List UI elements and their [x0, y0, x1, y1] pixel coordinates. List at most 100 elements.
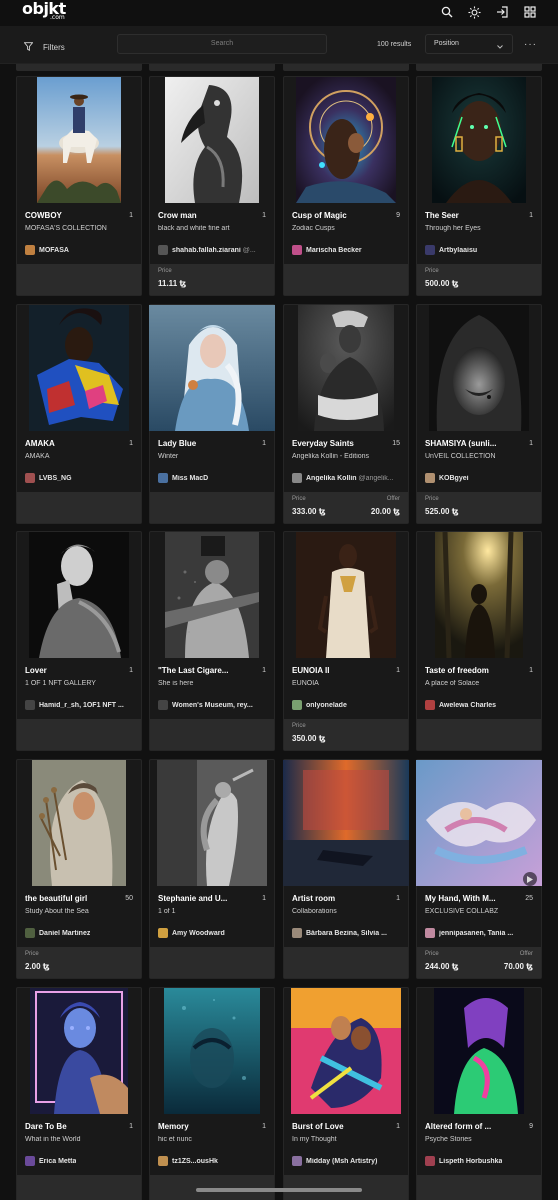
search-input[interactable]: Search: [117, 34, 327, 54]
token-title[interactable]: My Hand, With M...: [425, 894, 519, 903]
creator-row[interactable]: LVBS_NG: [25, 472, 137, 484]
collection-name[interactable]: hic et nunc: [158, 1136, 268, 1143]
token-card[interactable]: EUNOIA II 1 EUNOIA onlyonelade Price 350.00 ꜩ: [283, 531, 409, 751]
apps-grid-icon[interactable]: [522, 4, 538, 20]
token-title[interactable]: Cusp of Magic: [292, 211, 386, 220]
theme-toggle-icon[interactable]: [466, 4, 482, 20]
artwork-thumbnail[interactable]: [283, 760, 409, 886]
token-card[interactable]: Cusp of Magic 9 Zodiac Cusps Marischa Becke…: [283, 76, 409, 296]
token-title[interactable]: SHAMSIYA (sunli...: [425, 439, 519, 448]
artwork-thumbnail[interactable]: [429, 305, 529, 431]
collection-name[interactable]: Study About the Sea: [25, 908, 135, 915]
token-title[interactable]: Everyday Saints: [292, 439, 386, 448]
token-card[interactable]: Everyday Saints 15 Angelika Kollin - Editi…: [283, 304, 409, 524]
artwork-thumbnail[interactable]: [291, 988, 401, 1114]
token-card[interactable]: Taste of freedom 1 A place of Solace Awelew…: [416, 531, 542, 751]
token-title[interactable]: Stephanie and U...: [158, 894, 252, 903]
token-card[interactable]: Artist room 1 Collaborations Bárbara Bezina…: [283, 759, 409, 979]
artwork-thumbnail[interactable]: [432, 77, 526, 203]
creator-row[interactable]: Amy Woodward: [158, 927, 270, 939]
creator-row[interactable]: Daniel Martinez: [25, 927, 137, 939]
artwork-thumbnail[interactable]: [29, 305, 129, 431]
token-title[interactable]: Lover: [25, 666, 119, 675]
creator-row[interactable]: Marischa Becker: [292, 244, 404, 256]
artwork-thumbnail[interactable]: [164, 988, 260, 1114]
collection-name[interactable]: 1 of 1: [158, 908, 268, 915]
token-card[interactable]: COWBOY 1 MOFASA'S COLLECTION MOFASA: [16, 76, 142, 296]
collection-name[interactable]: Through her Eyes: [425, 225, 535, 232]
token-card[interactable]: Lover 1 1 OF 1 NFT GALLERY Hamid_r_sh, 1OF1…: [16, 531, 142, 751]
search-icon[interactable]: [439, 4, 455, 20]
token-title[interactable]: "The Last Cigare...: [158, 666, 252, 675]
more-options-icon[interactable]: ···: [524, 39, 537, 50]
artwork-thumbnail[interactable]: [435, 532, 523, 658]
token-card[interactable]: Stephanie and U... 1 1 of 1 Amy Woodward: [149, 759, 275, 979]
token-title[interactable]: The Seer: [425, 211, 519, 220]
token-card[interactable]: AMAKA 1 AMAKA LVBS_NG: [16, 304, 142, 524]
artwork-thumbnail[interactable]: [434, 988, 524, 1114]
token-card[interactable]: "The Last Cigare... 1 She is here Women's M…: [149, 531, 275, 751]
collection-name[interactable]: AMAKA: [25, 453, 135, 460]
artwork-thumbnail[interactable]: [165, 77, 259, 203]
sort-select[interactable]: Position: [425, 34, 513, 54]
collection-name[interactable]: EXCLUSIVE COLLABZ: [425, 908, 535, 915]
collection-name[interactable]: Psyche Stories: [425, 1136, 535, 1143]
collection-name[interactable]: EUNOIA: [292, 680, 402, 687]
artwork-thumbnail[interactable]: [37, 77, 121, 203]
creator-row[interactable]: jennipasanen, Tania ...: [425, 927, 537, 939]
collection-name[interactable]: 1 OF 1 NFT GALLERY: [25, 680, 135, 687]
token-title[interactable]: Burst of Love: [292, 1122, 386, 1131]
collection-name[interactable]: MOFASA'S COLLECTION: [25, 225, 135, 232]
creator-row[interactable]: KOBgyei: [425, 472, 537, 484]
creator-row[interactable]: Awelewa Charles: [425, 699, 537, 711]
creator-row[interactable]: Midday (Msh Artistry): [292, 1155, 404, 1167]
token-card[interactable]: Memory 1 hic et nunc tz1ZS...ousHk: [149, 987, 275, 1200]
collection-name[interactable]: Collaborations: [292, 908, 402, 915]
token-title[interactable]: Lady Blue: [158, 439, 252, 448]
token-card[interactable]: Crow man 1 black and white fine art shahab.…: [149, 76, 275, 296]
token-title[interactable]: Taste of freedom: [425, 666, 519, 675]
creator-row[interactable]: Bárbara Bezina, Silvia ...: [292, 927, 404, 939]
token-card[interactable]: My Hand, With M... 25 EXCLUSIVE COLLABZ jen…: [416, 759, 542, 979]
creator-row[interactable]: Erica Metta: [25, 1155, 137, 1167]
creator-row[interactable]: Artbylaaisu: [425, 244, 537, 256]
artwork-thumbnail[interactable]: [165, 532, 259, 658]
token-title[interactable]: EUNOIA II: [292, 666, 386, 675]
creator-row[interactable]: tz1ZS...ousHk: [158, 1155, 270, 1167]
token-title[interactable]: Dare To Be: [25, 1122, 119, 1131]
token-card[interactable]: Burst of Love 1 In my Thought Midday (Msh A…: [283, 987, 409, 1200]
artwork-thumbnail[interactable]: [296, 532, 396, 658]
token-card[interactable]: the beautiful girl 50 Study About the Sea D…: [16, 759, 142, 979]
artwork-thumbnail[interactable]: [32, 760, 126, 886]
token-title[interactable]: Memory: [158, 1122, 252, 1131]
creator-row[interactable]: Women's Museum, rey...: [158, 699, 270, 711]
artwork-thumbnail[interactable]: [29, 532, 129, 658]
creator-row[interactable]: MOFASA: [25, 244, 137, 256]
collection-name[interactable]: Winter: [158, 453, 268, 460]
collection-name[interactable]: black and white fine art: [158, 225, 268, 232]
artwork-thumbnail[interactable]: [298, 305, 394, 431]
token-title[interactable]: Artist room: [292, 894, 386, 903]
token-card[interactable]: Lady Blue 1 Winter Miss MacD: [149, 304, 275, 524]
artwork-thumbnail[interactable]: [149, 305, 275, 431]
creator-row[interactable]: Hamid_r_sh, 1OF1 NFT ...: [25, 699, 137, 711]
token-title[interactable]: COWBOY: [25, 211, 119, 220]
token-card[interactable]: Altered form of ... 9 Psyche Stories Lispet…: [416, 987, 542, 1200]
token-title[interactable]: the beautiful girl: [25, 894, 119, 903]
creator-row[interactable]: onlyonelade: [292, 699, 404, 711]
token-title[interactable]: Altered form of ...: [425, 1122, 519, 1131]
collection-name[interactable]: Zodiac Cusps: [292, 225, 402, 232]
collection-name[interactable]: She is here: [158, 680, 268, 687]
collection-name[interactable]: In my Thought: [292, 1136, 402, 1143]
creator-row[interactable]: Miss MacD: [158, 472, 270, 484]
token-title[interactable]: Crow man: [158, 211, 252, 220]
collection-name[interactable]: A place of Solace: [425, 680, 535, 687]
login-icon[interactable]: [494, 4, 510, 20]
artwork-thumbnail[interactable]: [30, 988, 128, 1114]
token-card[interactable]: SHAMSIYA (sunli... 1 UnVEIL COLLECTION KOBg…: [416, 304, 542, 524]
creator-row[interactable]: shahab.fallah.ziarani @...: [158, 244, 270, 256]
token-card[interactable]: The Seer 1 Through her Eyes Artbylaaisu Pric…: [416, 76, 542, 296]
token-card[interactable]: Dare To Be 1 What in the World Erica Metta: [16, 987, 142, 1200]
artwork-thumbnail[interactable]: [416, 760, 542, 886]
creator-row[interactable]: Angelika Kollin @angelik...: [292, 472, 404, 484]
